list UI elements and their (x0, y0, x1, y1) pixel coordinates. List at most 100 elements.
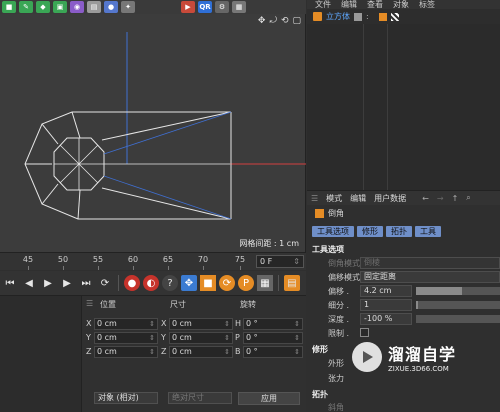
offset-slider[interactable] (416, 287, 500, 295)
timeline-icon[interactable]: ▤ (284, 275, 300, 291)
am-menu-mode[interactable]: 模式 (326, 193, 342, 204)
offset-label: 偏移 . (328, 287, 350, 296)
am-menu-edit[interactable]: 编辑 (350, 193, 366, 204)
tool-name: 倒角 (328, 209, 344, 218)
depth-slider[interactable] (416, 315, 500, 323)
depth-field[interactable]: -100 % (360, 313, 412, 325)
check-icon[interactable]: : (366, 12, 369, 21)
object-list[interactable] (307, 24, 500, 190)
light-icon[interactable]: ✦ (121, 1, 135, 13)
position-x-field[interactable]: 0 cm ⇕ (94, 318, 158, 330)
subdivision-icon[interactable]: ◆ (36, 1, 50, 13)
go-end-icon[interactable]: ⏭ (78, 275, 94, 291)
subdivision-slider[interactable] (416, 301, 500, 309)
pen-icon[interactable]: ✎ (19, 1, 33, 13)
size-y-field[interactable]: 0 cm ⇕ (169, 332, 233, 344)
rotation-b-field[interactable]: 0 ° ⇕ (243, 346, 303, 358)
axis-label: Z (86, 347, 92, 356)
position-z-field[interactable]: 0 cm ⇕ (94, 346, 158, 358)
visibility-icon[interactable] (354, 12, 362, 21)
om-menu-tags[interactable]: 标签 (419, 0, 435, 9)
bevel-mode-row: 倒角模式 倒棱 (312, 257, 500, 269)
position-y-field[interactable]: 0 cm ⇕ (94, 332, 158, 344)
spinner-icon[interactable]: ⇕ (293, 257, 300, 266)
record-icon[interactable]: ● (124, 275, 140, 291)
bevel-tool-icon (315, 209, 324, 218)
coordinate-mode-dropdown[interactable]: 对象 (相对) (94, 392, 158, 404)
material-tag-icon[interactable] (378, 12, 387, 21)
move-key-icon[interactable]: ✥ (181, 275, 197, 291)
bevel-outline (24, 111, 231, 220)
forward-arrow-icon[interactable]: → (437, 194, 444, 203)
offset-field[interactable]: 4.2 cm (360, 285, 412, 297)
om-menu-file[interactable]: 文件 (315, 0, 331, 9)
om-menu-edit[interactable]: 编辑 (341, 0, 357, 9)
perspective-viewport[interactable]: ✥ ⤾ ⟲ ▢ 网格间距 : 1 cm (0, 14, 306, 252)
apply-button[interactable]: 应用 (238, 392, 300, 405)
position-header: 位置 (100, 300, 116, 309)
texture-tag-icon[interactable] (390, 12, 399, 21)
cube-object-icon (313, 12, 322, 21)
tab-tool[interactable]: 工具 (415, 226, 441, 237)
auto-key-icon[interactable]: ◐ (143, 275, 159, 291)
watermark-title: 溜溜自学 (388, 345, 457, 364)
render-view-icon[interactable]: ▶ (181, 1, 195, 13)
offset-mode-row: 偏移模式 固定距离 (312, 271, 500, 283)
go-start-icon[interactable]: ⏮ (2, 275, 18, 291)
play-icon[interactable]: ▶ (40, 275, 56, 291)
layout-icon[interactable]: ▦ (232, 1, 246, 13)
rotate-view-icon[interactable]: ⤾ (269, 16, 277, 26)
size-mode-dropdown[interactable]: 绝对尺寸 (168, 392, 232, 404)
om-menu-view[interactable]: 查看 (367, 0, 383, 9)
section-shaping: 修形 (312, 345, 328, 354)
axis-label: X (86, 319, 92, 328)
tool-title: 倒角 (307, 207, 500, 220)
zoom-view-icon[interactable]: ⟲ (281, 16, 289, 26)
back-arrow-icon[interactable]: ← (422, 194, 429, 203)
array-icon[interactable]: ▣ (53, 1, 67, 13)
menu-icon[interactable]: ☰ (86, 299, 93, 311)
axis-label: H (235, 319, 242, 328)
subdivision-field[interactable]: 1 (360, 299, 412, 311)
move-view-icon[interactable]: ✥ (258, 16, 266, 26)
camera-icon[interactable]: ● (104, 1, 118, 13)
bevel-mode-label: 倒角模式 (328, 259, 360, 268)
maximize-view-icon[interactable]: ▢ (292, 16, 301, 26)
pla-key-icon[interactable]: ▦ (257, 275, 273, 291)
rotation-h-field[interactable]: 0 ° ⇕ (243, 318, 303, 330)
size-x-field[interactable]: 0 cm ⇕ (169, 318, 233, 330)
next-frame-icon[interactable]: ▶ (59, 275, 75, 291)
up-icon[interactable]: ↑ (452, 194, 459, 203)
frame-value: 0 F (260, 257, 273, 266)
am-menu-userdata[interactable]: 用户数据 (374, 193, 406, 204)
current-frame-field[interactable]: 0 F ⇕ (256, 255, 304, 268)
rotation-p-field[interactable]: 0 ° ⇕ (243, 332, 303, 344)
param-key-icon[interactable]: P (238, 275, 254, 291)
axis-label: X (161, 319, 167, 328)
render-settings-icon[interactable]: ⚙ (215, 1, 229, 13)
loop-icon[interactable]: ⟳ (97, 275, 113, 291)
attribute-manager-menu: ☰ 模式 编辑 用户数据 ← → ↑ ⌕ (307, 190, 500, 205)
tick-label: 65 (162, 255, 174, 264)
bevel-mode-dropdown[interactable]: 倒棱 (360, 257, 500, 269)
tab-topology[interactable]: 拓扑 (386, 226, 412, 237)
prev-frame-icon[interactable]: ◀ (21, 275, 37, 291)
cube-icon[interactable]: ■ (2, 1, 16, 13)
object-name[interactable]: 立方体 (326, 11, 350, 22)
rotate-key-icon[interactable]: ⟳ (219, 275, 235, 291)
scene-icon[interactable]: ▤ (87, 1, 101, 13)
keyframe-selection-icon[interactable]: ? (162, 275, 178, 291)
deformer-icon[interactable]: ◉ (70, 1, 84, 13)
om-menu-object[interactable]: 对象 (393, 0, 409, 9)
tick-label: 45 (22, 255, 34, 264)
tab-shaping[interactable]: 修形 (357, 226, 383, 237)
menu-icon[interactable]: ☰ (311, 194, 318, 203)
scale-key-icon[interactable]: ■ (200, 275, 216, 291)
offset-mode-dropdown[interactable]: 固定距离 (360, 271, 500, 283)
qr-icon[interactable]: QR (198, 1, 212, 13)
size-z-field[interactable]: 0 cm ⇕ (169, 346, 233, 358)
object-row[interactable]: 立方体 : (307, 9, 500, 24)
watermark-url: ZIXUE.3D66.COM (388, 365, 449, 373)
search-icon[interactable]: ⌕ (466, 193, 470, 203)
tab-tool-options[interactable]: 工具选项 (312, 226, 354, 237)
